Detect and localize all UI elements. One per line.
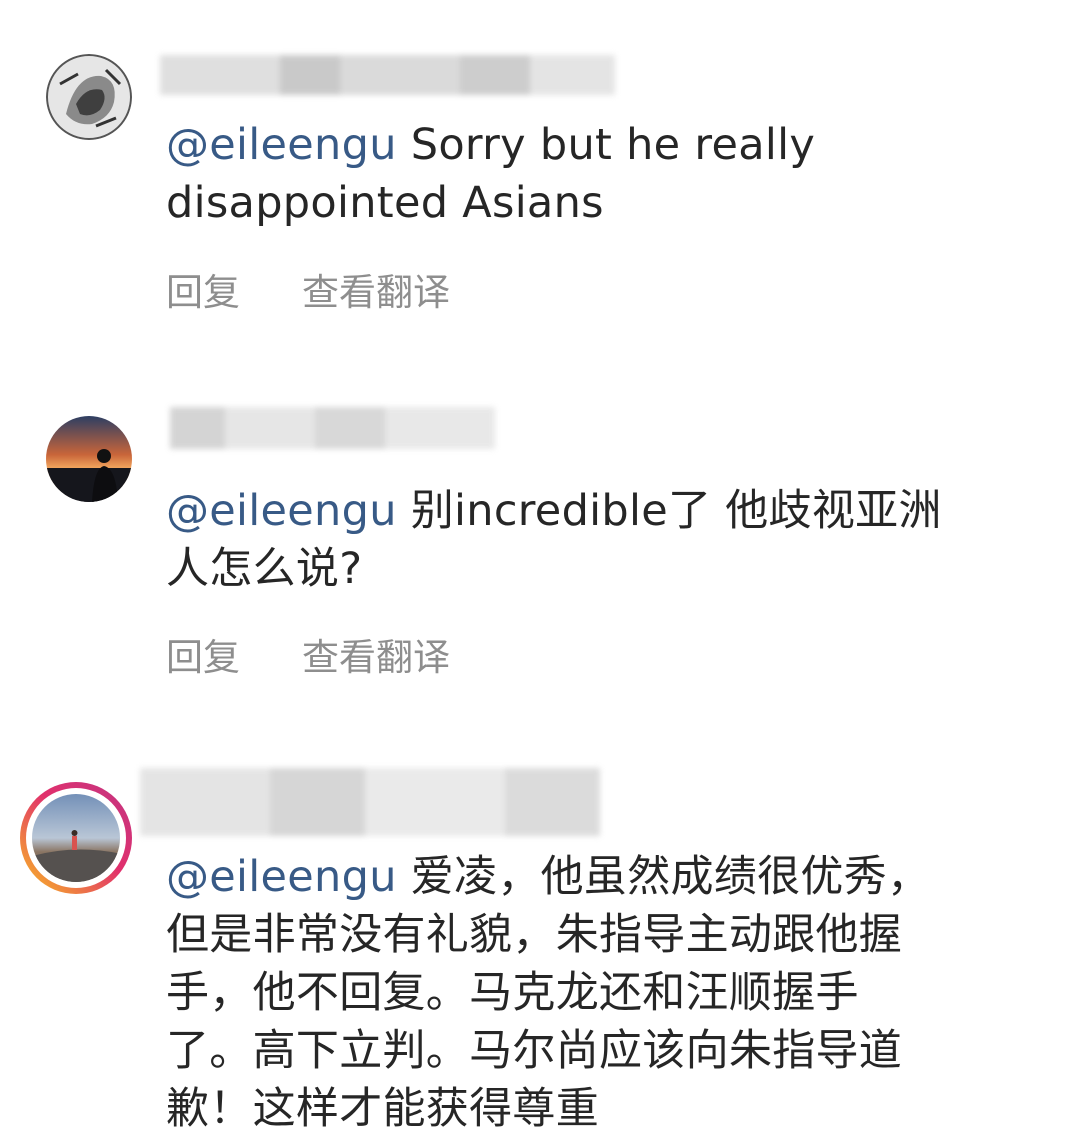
mention-link[interactable]: @eileengu xyxy=(166,120,397,170)
comment-actions: 回复 查看翻译 xyxy=(166,262,450,316)
user-avatar[interactable] xyxy=(46,54,132,140)
blurred-username xyxy=(160,55,615,95)
comment-actions: 回复 查看翻译 xyxy=(166,627,450,681)
comment-text: @eileengu 爱凌，他虽然成绩很优秀， 但是非常没有礼貌，朱指导主动跟他握… xyxy=(166,848,1056,1138)
blurred-username xyxy=(170,407,495,449)
see-translation-button[interactable]: 查看翻译 xyxy=(302,262,450,316)
reply-button[interactable]: 回复 xyxy=(166,262,240,316)
comment-text: @eileengu 别incredible了 他歧视亚洲 人怎么说? xyxy=(166,482,1056,598)
mention-link[interactable]: @eileengu xyxy=(166,852,397,902)
sunset-silhouette-icon xyxy=(46,416,132,502)
blurred-username xyxy=(140,768,600,836)
reply-button[interactable]: 回复 xyxy=(166,627,240,681)
user-avatar[interactable] xyxy=(46,416,132,502)
see-translation-button[interactable]: 查看翻译 xyxy=(302,627,450,681)
story-ring-avatar[interactable] xyxy=(18,780,134,896)
story-ring-landscape-icon xyxy=(20,782,132,894)
comment-text: @eileengu Sorry but he really disappoint… xyxy=(166,116,1056,232)
sketch-portrait-icon xyxy=(46,54,132,140)
mention-link[interactable]: @eileengu xyxy=(166,486,397,536)
